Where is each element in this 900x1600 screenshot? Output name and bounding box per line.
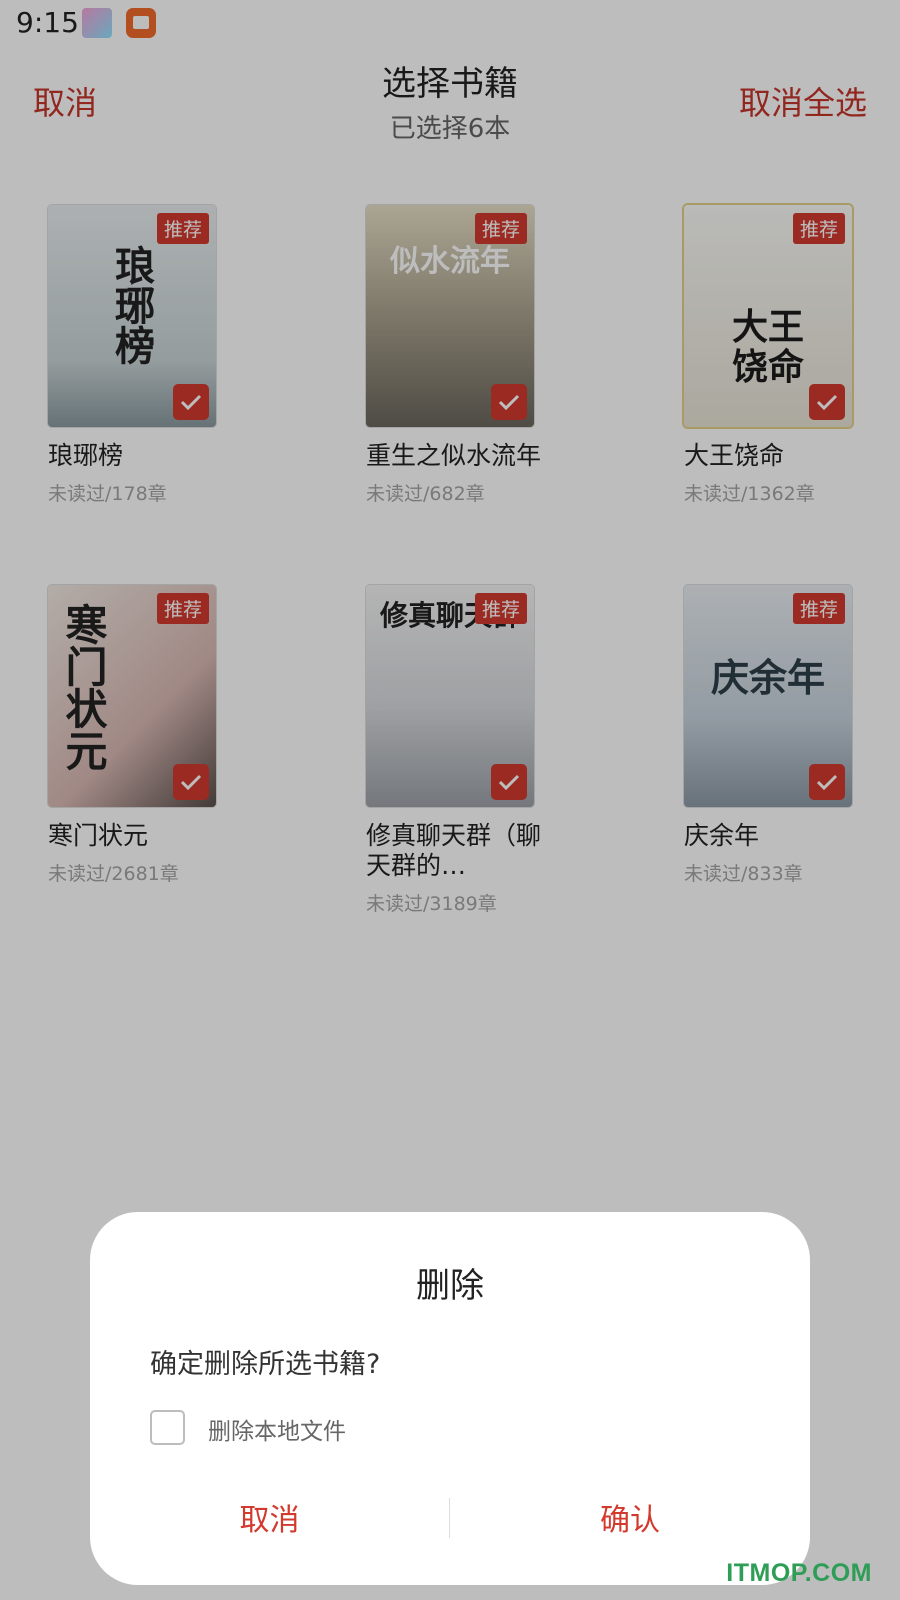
dialog-message: 确定删除所选书籍? bbox=[150, 1349, 381, 1380]
delete-local-file-checkbox[interactable] bbox=[150, 1410, 185, 1445]
dialog-title: 删除 bbox=[416, 1266, 484, 1306]
delete-dialog: 删除 确定删除所选书籍? 删除本地文件 取消 确认 bbox=[90, 1212, 810, 1585]
watermark: ITMOP.COM bbox=[726, 1559, 872, 1587]
dialog-cancel-button[interactable]: 取消 bbox=[90, 1495, 449, 1539]
delete-local-file-label[interactable]: 删除本地文件 bbox=[208, 1412, 346, 1446]
dialog-confirm-button[interactable]: 确认 bbox=[450, 1495, 810, 1539]
